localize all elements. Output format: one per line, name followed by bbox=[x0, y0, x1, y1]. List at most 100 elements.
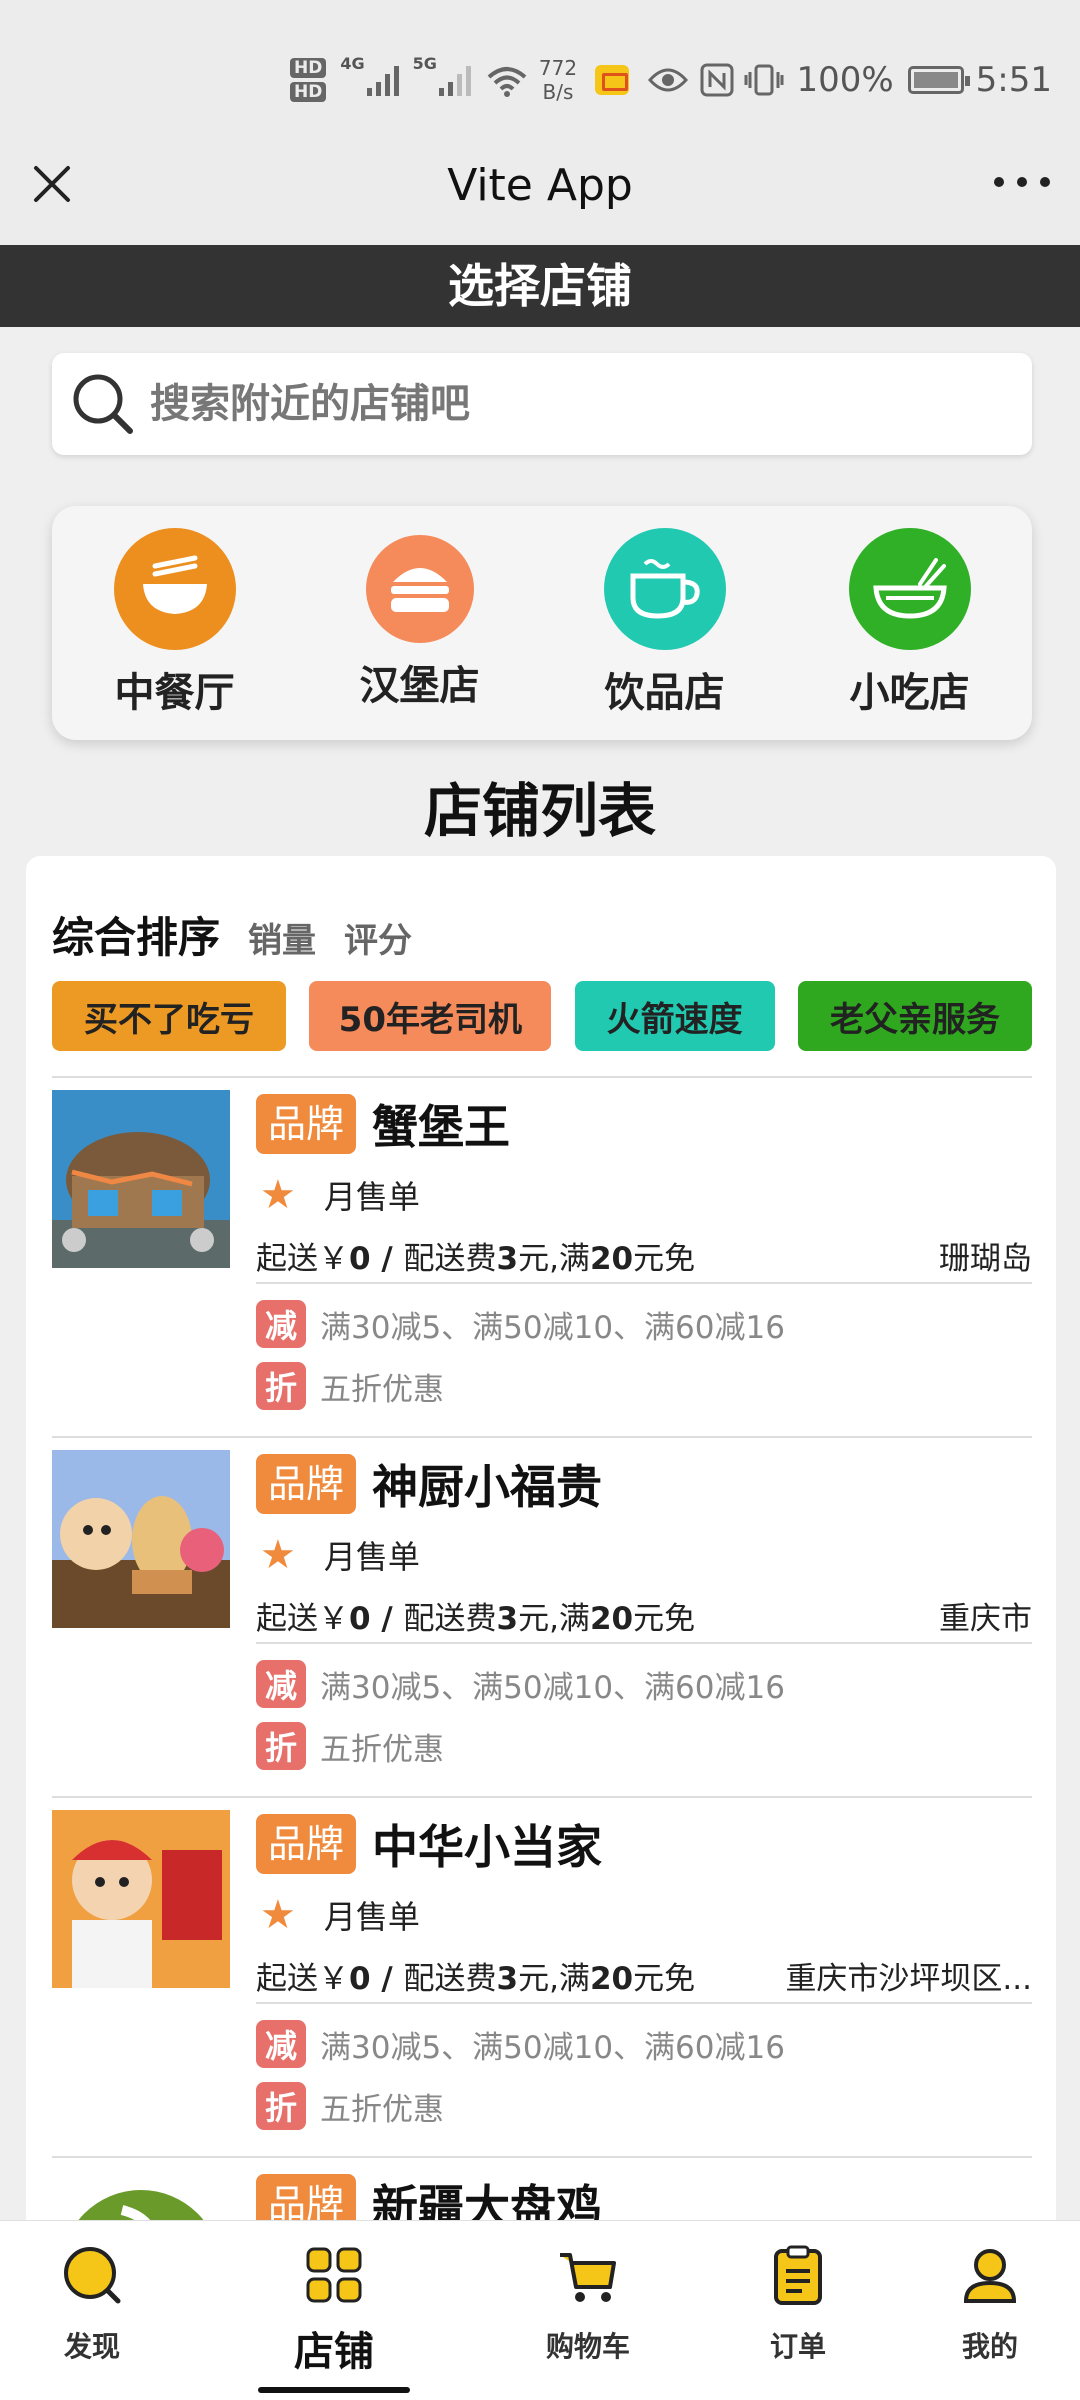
sort-sales[interactable]: 销量 bbox=[248, 913, 316, 962]
speed-unit: B/s bbox=[542, 80, 574, 104]
sort-rating[interactable]: 评分 bbox=[344, 913, 412, 962]
min-order-label: 起送￥ bbox=[256, 1960, 349, 1997]
category-panel: 中餐厅 汉堡店 饮品店 小吃店 bbox=[52, 506, 1032, 740]
app-title: Vite App bbox=[447, 160, 633, 211]
brand-badge: 品牌 bbox=[256, 1814, 357, 1874]
nav-profile[interactable]: 我的 bbox=[910, 2243, 1070, 2365]
separator: / bbox=[370, 1960, 404, 1997]
battery-percent: 100% bbox=[796, 60, 894, 100]
shop-thumbnail bbox=[52, 1810, 230, 1988]
profile-icon bbox=[963, 2249, 1017, 2303]
shop-address: 珊瑚岛 bbox=[939, 1240, 1032, 1277]
category-label: 汉堡店 bbox=[359, 663, 480, 709]
half-price-badge: 折 bbox=[256, 1362, 306, 1410]
page-title: 选择店铺 bbox=[0, 245, 1080, 327]
shop-info: 品牌 神厨小福贵 ★ 月售单 起送￥0 / 配送费3元,满20元免 重庆市 减 … bbox=[256, 1454, 1032, 1770]
min-order-value: 0 bbox=[349, 1240, 371, 1277]
filter-tag[interactable]: 买不了吃亏 bbox=[52, 981, 286, 1051]
nav-discover[interactable]: 发现 bbox=[12, 2243, 172, 2365]
discount-badge: 减 bbox=[256, 1300, 306, 1348]
hd-indicator: HD HD bbox=[290, 58, 327, 102]
star-icon: ★ bbox=[260, 1532, 296, 1578]
filter-tag[interactable]: 50年老司机 bbox=[309, 981, 552, 1051]
filter-tag[interactable]: 老父亲服务 bbox=[797, 981, 1032, 1051]
nfc-icon bbox=[700, 63, 734, 97]
delivery-info: 起送￥0 / 配送费3元,满20元免 重庆市 bbox=[256, 1588, 1032, 1644]
sort-bar: 综合排序 销量 评分 bbox=[52, 904, 412, 965]
shop-name: 蟹堡王 bbox=[372, 1100, 511, 1154]
shop-item[interactable]: 品牌 新疆大盘鸡 bbox=[52, 2156, 1032, 2220]
discount-badge: 减 bbox=[256, 1660, 306, 1708]
category-chinese-restaurant[interactable]: 中餐厅 bbox=[85, 528, 265, 718]
nav-orders[interactable]: 订单 bbox=[718, 2243, 878, 2365]
promo-discount: 减 满30减5、满50减10、满60减16 bbox=[256, 1660, 1032, 1708]
status-right-icons: 100% 5:51 bbox=[648, 40, 1052, 120]
category-burger-shop[interactable]: 汉堡店 bbox=[330, 535, 510, 711]
delivery-info: 起送￥0 / 配送费3元,满20元免 重庆市沙坪坝区... bbox=[256, 1948, 1032, 2004]
search-input[interactable] bbox=[150, 381, 970, 427]
nav-shop[interactable]: 店铺 bbox=[254, 2243, 414, 2377]
shop-address: 重庆市沙坪坝区... bbox=[785, 1960, 1032, 1997]
monthly-sales: 月售单 bbox=[323, 1538, 420, 1576]
category-label: 中餐厅 bbox=[114, 670, 235, 716]
free-threshold-label: 元,满 bbox=[518, 1240, 590, 1277]
shop-address: 重庆市 bbox=[939, 1600, 1032, 1637]
nav-label: 发现 bbox=[63, 2330, 120, 2363]
shop-thumbnail bbox=[52, 1450, 230, 1628]
vibrate-icon bbox=[744, 64, 784, 96]
shop-info: 品牌 中华小当家 ★ 月售单 起送￥0 / 配送费3元,满20元免 重庆市沙坪坝… bbox=[256, 1814, 1032, 2130]
message-icon bbox=[595, 65, 630, 95]
shop-item[interactable]: 品牌 中华小当家 ★ 月售单 起送￥0 / 配送费3元,满20元免 重庆市沙坪坝… bbox=[52, 1796, 1032, 2156]
discover-icon bbox=[64, 2247, 121, 2304]
signal-5g-icon bbox=[438, 64, 471, 96]
monthly-sales: 月售单 bbox=[323, 1898, 420, 1936]
brand-badge: 品牌 bbox=[256, 2174, 357, 2220]
delivery-fee-label: 配送费 bbox=[403, 1960, 497, 1997]
category-snack-shop[interactable]: 小吃店 bbox=[820, 528, 1000, 718]
shop-item[interactable]: 品牌 蟹堡王 ★ 月售单 起送￥0 / 配送费3元,满20元免 珊瑚岛 减 满3… bbox=[52, 1076, 1032, 1436]
shop-info: 品牌 蟹堡王 ★ 月售单 起送￥0 / 配送费3元,满20元免 珊瑚岛 减 满3… bbox=[256, 1094, 1032, 1410]
shop-list-card: 综合排序 销量 评分 买不了吃亏 50年老司机 火箭速度 老父亲服务 品牌 蟹堡… bbox=[26, 856, 1056, 2220]
sort-comprehensive[interactable]: 综合排序 bbox=[52, 904, 220, 965]
shop-name: 中华小当家 bbox=[372, 1820, 603, 1874]
search-icon bbox=[73, 374, 133, 434]
nav-label: 订单 bbox=[769, 2330, 826, 2363]
network-speed: 772 B/s bbox=[539, 56, 577, 104]
bowl-icon bbox=[113, 528, 236, 650]
promo-half-price: 折 五折优惠 bbox=[256, 2082, 1032, 2130]
shop-grid-icon bbox=[306, 2247, 362, 2303]
order-icon bbox=[774, 2245, 822, 2305]
free-suffix: 元免 bbox=[633, 1960, 696, 1997]
min-order-label: 起送￥ bbox=[256, 1600, 349, 1637]
free-suffix: 元免 bbox=[633, 1240, 696, 1277]
category-drink-shop[interactable]: 饮品店 bbox=[575, 528, 755, 718]
half-price-badge: 折 bbox=[256, 1722, 306, 1770]
category-label: 饮品店 bbox=[604, 670, 725, 716]
star-icon: ★ bbox=[260, 1172, 296, 1218]
status-left-icons: HD HD 4G 5G 772 B/s bbox=[290, 40, 669, 120]
nav-label: 我的 bbox=[961, 2330, 1018, 2363]
search-bar[interactable] bbox=[52, 353, 1032, 455]
shop-item[interactable]: 品牌 神厨小福贵 ★ 月售单 起送￥0 / 配送费3元,满20元免 重庆市 减 … bbox=[52, 1436, 1032, 1796]
battery-icon bbox=[907, 66, 970, 94]
nav-label: 店铺 bbox=[294, 2329, 374, 2375]
more-options-icon[interactable] bbox=[994, 170, 1050, 194]
half-price-text: 五折优惠 bbox=[320, 1731, 444, 1768]
min-order-value: 0 bbox=[349, 1960, 371, 1997]
brand-badge: 品牌 bbox=[256, 1454, 357, 1514]
signal-4g-icon bbox=[366, 64, 399, 96]
cart-icon bbox=[560, 2253, 616, 2302]
shop-name: 新疆大盘鸡 bbox=[372, 2180, 603, 2220]
network-4g-label: 4G bbox=[340, 54, 365, 73]
promo-discount: 减 满30减5、满50减10、满60减16 bbox=[256, 1300, 1032, 1348]
nav-label: 购物车 bbox=[545, 2330, 630, 2363]
status-bar: HD HD 4G 5G 772 B/s 100% 5:51 bbox=[0, 0, 1080, 140]
free-threshold-value: 20 bbox=[589, 1960, 634, 1997]
nav-cart[interactable]: 购物车 bbox=[508, 2243, 668, 2365]
shop-thumbnail bbox=[52, 2170, 230, 2220]
free-threshold-value: 20 bbox=[589, 1240, 634, 1277]
half-price-text: 五折优惠 bbox=[320, 2091, 444, 2128]
filter-tag[interactable]: 火箭速度 bbox=[574, 981, 775, 1051]
monthly-sales: 月售单 bbox=[323, 1178, 420, 1216]
hd1-badge: HD bbox=[290, 58, 327, 78]
